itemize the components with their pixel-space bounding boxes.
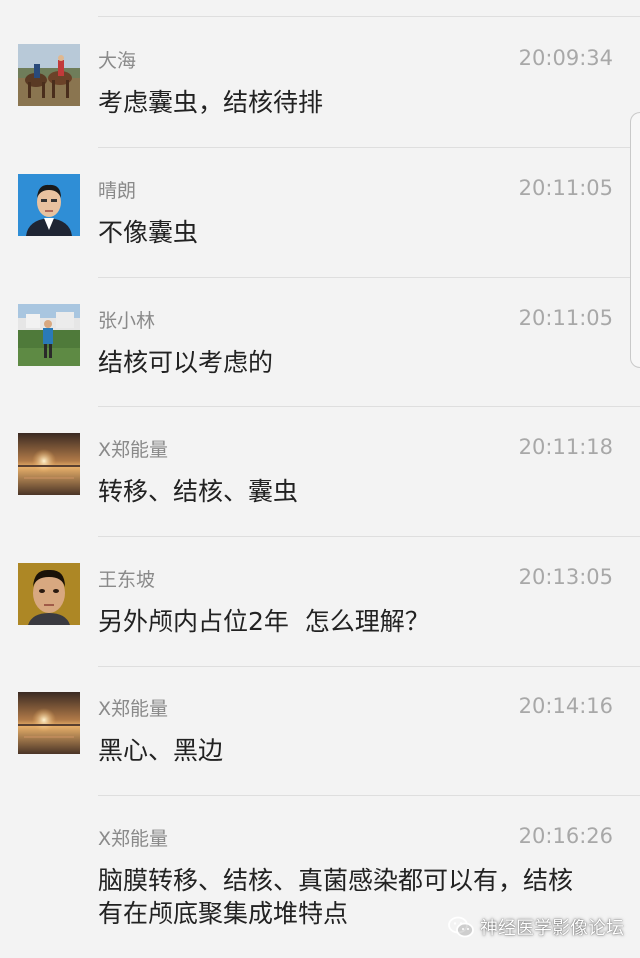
watermark-text: 神经医学影像论坛	[480, 918, 624, 939]
horse-riders-avatar[interactable]	[18, 44, 80, 106]
message-time: 20:11:05	[518, 176, 613, 200]
sender-name: 王东坡	[98, 569, 156, 591]
divider	[98, 277, 640, 278]
sender-name: 晴朗	[98, 180, 137, 202]
scroll-indicator[interactable]	[630, 112, 640, 368]
watermark: 神经医学影像论坛	[448, 914, 624, 940]
message-text: 结核可以考虑的	[98, 348, 274, 377]
divider	[98, 147, 640, 148]
message-time: 20:09:34	[518, 46, 613, 70]
message-time: 20:14:16	[518, 694, 613, 718]
message-text-line: 脑膜转移、结核、真菌感染都可以有，结核	[98, 866, 574, 895]
message-text: 转移、结核、囊虫	[98, 477, 299, 506]
sunset-avatar[interactable]	[18, 692, 80, 754]
sender-name: X郑能量	[98, 698, 169, 720]
message-time: 20:11:05	[518, 306, 613, 330]
message-text: 黑心、黑边	[98, 736, 224, 765]
sender-name: X郑能量	[98, 439, 169, 461]
face-photo-avatar[interactable]	[18, 563, 80, 625]
sender-name: 张小林	[98, 310, 156, 332]
divider	[98, 666, 640, 667]
divider	[98, 16, 640, 17]
wechat-icon	[448, 916, 474, 938]
message-time: 20:11:18	[518, 435, 613, 459]
sender-name: X郑能量	[98, 828, 169, 850]
message-time: 20:16:26	[518, 824, 613, 848]
divider	[98, 795, 640, 796]
outdoor-person-avatar[interactable]	[18, 304, 80, 366]
message-time: 20:13:05	[518, 565, 613, 589]
divider	[98, 536, 640, 537]
portrait-photo-avatar[interactable]	[18, 174, 80, 236]
chat-history-screen: 大海 20:09:34 考虑囊虫，结核待排 晴朗 20:11:05 不像囊虫 张…	[0, 0, 640, 958]
sunset-avatar[interactable]	[18, 433, 80, 495]
message-text: 另外颅内占位2年 怎么理解？	[98, 607, 430, 636]
message-text: 不像囊虫	[98, 218, 199, 247]
divider	[98, 406, 640, 407]
sender-name: 大海	[98, 50, 137, 72]
message-text: 考虑囊虫，结核待排	[98, 88, 324, 117]
